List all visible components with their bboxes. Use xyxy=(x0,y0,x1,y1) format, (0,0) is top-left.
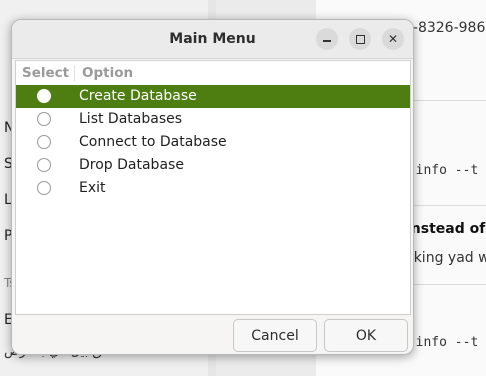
minimize-button[interactable] xyxy=(316,28,338,50)
column-separator xyxy=(74,65,75,81)
radio-button[interactable] xyxy=(37,89,51,103)
background-phone-number: 3-8326-9866 xyxy=(404,20,486,36)
option-label: Exit xyxy=(79,180,106,196)
dialog-titlebar[interactable]: Main Menu ✕ xyxy=(12,20,413,59)
list-item-list-databases[interactable]: List Databases xyxy=(16,108,410,131)
radio-button[interactable] xyxy=(37,112,51,126)
background-heading-text: instead of xyxy=(406,221,486,237)
maximize-icon xyxy=(355,34,365,44)
background-body-text: cking yad w xyxy=(406,250,486,266)
main-menu-dialog: Main Menu ✕ Select Option Create Databas… xyxy=(11,19,414,355)
cancel-button[interactable]: Cancel xyxy=(233,319,317,352)
radio-button[interactable] xyxy=(37,158,51,172)
list-item-create-database[interactable]: Create Database xyxy=(16,85,410,108)
radio-button[interactable] xyxy=(37,181,51,195)
column-header-select[interactable]: Select xyxy=(22,65,69,81)
column-header-option[interactable]: Option xyxy=(82,65,133,81)
option-label: List Databases xyxy=(79,111,183,127)
maximize-button[interactable] xyxy=(349,28,371,50)
option-label: Connect to Database xyxy=(79,134,227,150)
option-label: Create Database xyxy=(79,88,197,104)
list-item-connect-to-database[interactable]: Connect to Database xyxy=(16,131,410,154)
option-label: Drop Database xyxy=(79,157,184,173)
ok-button[interactable]: OK xyxy=(324,319,408,352)
close-icon: ✕ xyxy=(387,32,399,46)
minimize-icon xyxy=(323,40,331,42)
options-list: Select Option Create Database List Datab… xyxy=(15,60,411,315)
list-header: Select Option xyxy=(16,61,410,85)
close-button[interactable]: ✕ xyxy=(382,28,404,50)
list-item-exit[interactable]: Exit xyxy=(16,177,410,200)
list-item-drop-database[interactable]: Drop Database xyxy=(16,154,410,177)
radio-button[interactable] xyxy=(37,135,51,149)
